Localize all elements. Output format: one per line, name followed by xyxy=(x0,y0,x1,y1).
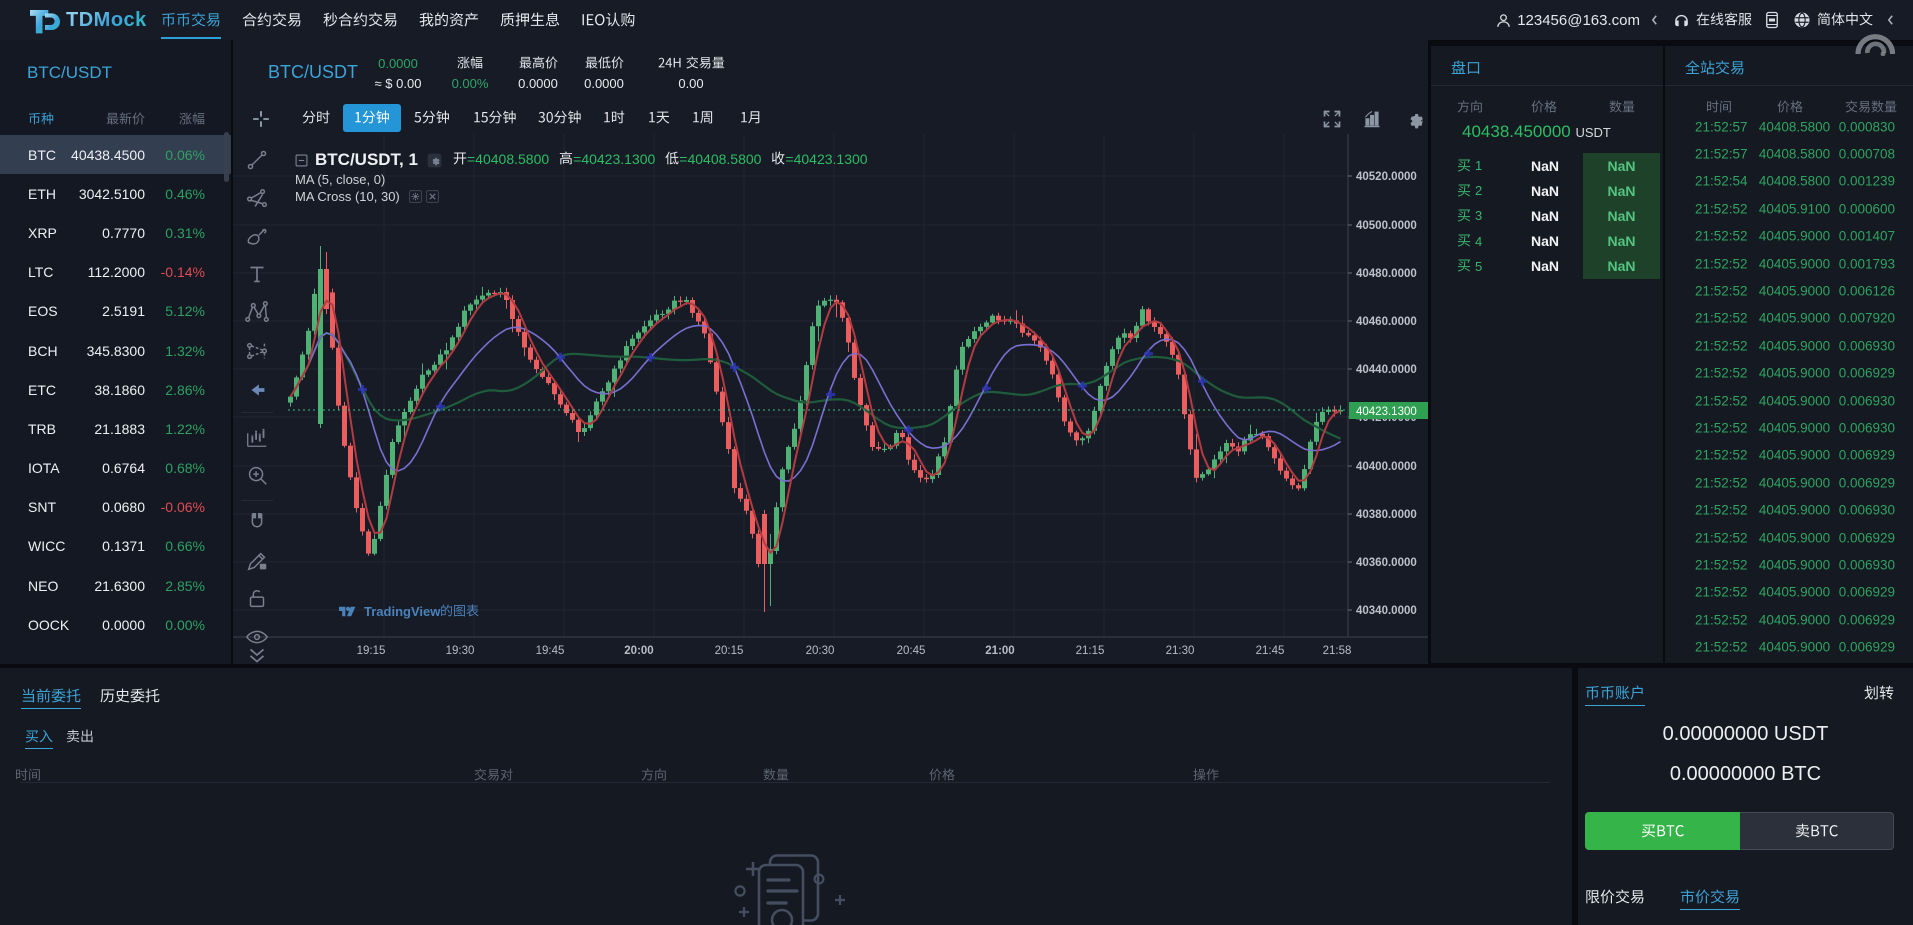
svg-text:19:30: 19:30 xyxy=(446,645,475,657)
svg-text:20:30: 20:30 xyxy=(806,645,835,657)
svg-text:21:45: 21:45 xyxy=(1256,645,1285,657)
svg-text:40480.0000: 40480.0000 xyxy=(1356,268,1417,280)
svg-text:40500.0000: 40500.0000 xyxy=(1356,220,1417,232)
svg-text:20:45: 20:45 xyxy=(897,645,926,657)
svg-text:20:15: 20:15 xyxy=(715,645,744,657)
svg-text:19:15: 19:15 xyxy=(357,645,386,657)
svg-text:40380.0000: 40380.0000 xyxy=(1356,509,1417,521)
svg-text:40360.0000: 40360.0000 xyxy=(1356,557,1417,569)
svg-text:21:00: 21:00 xyxy=(985,645,1014,657)
svg-text:20:00: 20:00 xyxy=(624,645,653,657)
svg-text:40520.0000: 40520.0000 xyxy=(1356,171,1417,183)
svg-text:40340.0000: 40340.0000 xyxy=(1356,605,1417,617)
svg-text:40423.1300: 40423.1300 xyxy=(1356,406,1417,418)
svg-text:40460.0000: 40460.0000 xyxy=(1356,316,1417,328)
svg-text:19:45: 19:45 xyxy=(536,645,565,657)
svg-text:21:58: 21:58 xyxy=(1323,645,1352,657)
svg-text:40400.0000: 40400.0000 xyxy=(1356,461,1417,473)
svg-text:40440.0000: 40440.0000 xyxy=(1356,364,1417,376)
svg-text:21:30: 21:30 xyxy=(1166,645,1195,657)
svg-text:21:15: 21:15 xyxy=(1076,645,1105,657)
